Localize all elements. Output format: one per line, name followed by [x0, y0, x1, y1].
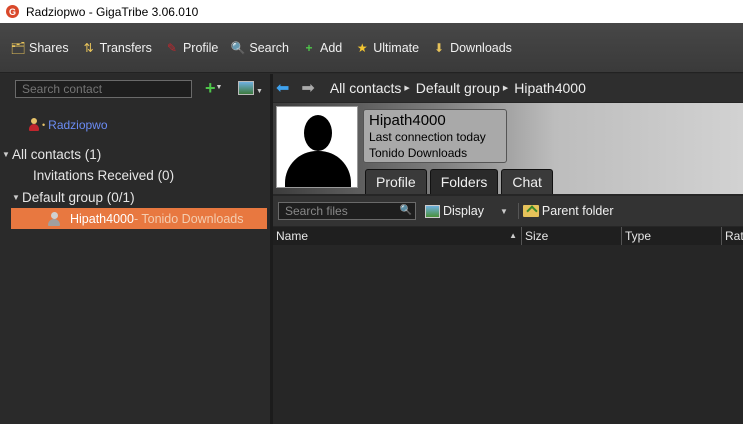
app-logo-icon: G	[6, 5, 19, 18]
profile-button[interactable]: ✎ Profile	[164, 41, 218, 55]
downloads-icon: ⬇	[434, 40, 445, 55]
search-contact-input[interactable]	[15, 80, 192, 98]
online-status-dot: •	[42, 120, 46, 130]
silhouette-head	[304, 115, 332, 151]
star-icon: ★	[356, 40, 368, 55]
shares-button[interactable]: 🗂 Shares	[10, 40, 68, 55]
add-icon: +	[305, 40, 313, 55]
breadcrumb-item[interactable]: Default group	[416, 80, 500, 96]
file-list[interactable]	[273, 245, 743, 424]
contacts-panel: +▼ ▼ • Radziopwo ▼ All contacts (1) Invi…	[0, 74, 270, 424]
tree-item-default-group[interactable]: ▼ Default group (0/1)	[0, 187, 270, 208]
sort-ascending-icon: ▲	[509, 231, 517, 240]
chevron-down-icon[interactable]: ▼	[256, 88, 263, 95]
breadcrumb-item[interactable]: Hipath4000	[514, 80, 586, 96]
silhouette-shoulders	[285, 151, 351, 187]
expand-arrow-icon[interactable]: ▼	[0, 150, 12, 159]
column-header-type[interactable]: Type	[622, 227, 722, 245]
my-account[interactable]: • Radziopwo	[28, 118, 108, 132]
breadcrumb: ⬅ ➡ All contacts ▶ Default group ▶ Hipat…	[273, 74, 743, 102]
shares-icon: 🗂	[10, 40, 26, 55]
back-arrow-icon[interactable]: ⬅	[276, 78, 289, 98]
display-icon	[425, 204, 440, 218]
profile-name: Hipath4000	[369, 112, 446, 129]
file-list-header: Name ▲ Size Type Rat	[273, 227, 743, 245]
tree-item-invitations[interactable]: Invitations Received (0)	[0, 165, 270, 186]
tree-item-all-contacts[interactable]: ▼ All contacts (1)	[0, 144, 270, 165]
profile-icon: ✎	[166, 40, 177, 55]
breadcrumb-separator-icon: ▶	[404, 85, 410, 92]
expand-arrow-icon[interactable]: ▼	[10, 193, 22, 202]
tab-profile[interactable]: Profile	[365, 169, 427, 194]
profile-header: Hipath4000 Last connection today Tonido …	[273, 103, 743, 194]
transfers-button[interactable]: ⇅ Transfers	[81, 41, 152, 55]
my-username: Radziopwo	[48, 118, 108, 132]
search-icon[interactable]: 🔍	[400, 203, 412, 219]
title-bar: G Radziopwo - GigaTribe 3.06.010	[0, 0, 743, 23]
search-files-field[interactable]: Search files 🔍	[278, 202, 416, 220]
files-toolbar: Search files 🔍 Display ▼ Parent folder	[273, 196, 743, 226]
contact-detail-panel: ⬅ ➡ All contacts ▶ Default group ▶ Hipat…	[273, 74, 743, 424]
breadcrumb-separator-icon: ▶	[502, 85, 509, 92]
add-button[interactable]: + Add	[301, 41, 342, 55]
downloads-button[interactable]: ⬇ Downloads	[431, 41, 512, 55]
transfers-icon: ⇅	[83, 40, 94, 55]
profile-photo	[276, 106, 358, 188]
toolbar-divider	[517, 203, 519, 219]
display-button[interactable]: Display	[425, 204, 484, 218]
add-contact-button[interactable]: +▼	[205, 78, 223, 98]
parent-folder-button[interactable]: Parent folder	[522, 204, 614, 218]
profile-status-text: Tonido Downloads	[369, 146, 468, 160]
forward-arrow-icon[interactable]: ➡	[301, 78, 314, 98]
chevron-down-icon[interactable]: ▼	[500, 207, 508, 216]
tab-folders[interactable]: Folders	[429, 169, 499, 194]
plus-icon: +	[205, 78, 216, 98]
last-connection-text: Last connection today	[369, 130, 486, 144]
ultimate-button[interactable]: ★ Ultimate	[354, 41, 419, 55]
search-button[interactable]: 🔍 Search	[230, 41, 289, 55]
main-toolbar: 🗂 Shares ⇅ Transfers ✎ Profile 🔍 Search …	[0, 23, 743, 73]
chevron-down-icon: ▼	[215, 84, 223, 91]
profile-tabs: Profile Folders Chat	[365, 169, 556, 194]
search-icon: 🔍	[230, 40, 246, 55]
breadcrumb-item[interactable]: All contacts	[330, 80, 402, 96]
column-header-name[interactable]: Name ▲	[273, 227, 522, 245]
profile-info-box: Hipath4000 Last connection today Tonido …	[363, 109, 507, 163]
column-header-size[interactable]: Size	[522, 227, 622, 245]
window-title: Radziopwo - GigaTribe 3.06.010	[26, 4, 199, 19]
user-icon	[47, 211, 61, 227]
search-files-placeholder: Search files	[285, 204, 348, 218]
tab-chat[interactable]: Chat	[501, 169, 553, 194]
column-header-rating[interactable]: Rat	[722, 227, 743, 245]
user-avatar-icon	[28, 118, 40, 132]
folder-up-icon	[522, 205, 539, 217]
tree-item-user-hipath4000[interactable]: Hipath4000 - Tonido Downloads	[11, 208, 267, 229]
picture-menu-icon[interactable]	[238, 81, 254, 95]
